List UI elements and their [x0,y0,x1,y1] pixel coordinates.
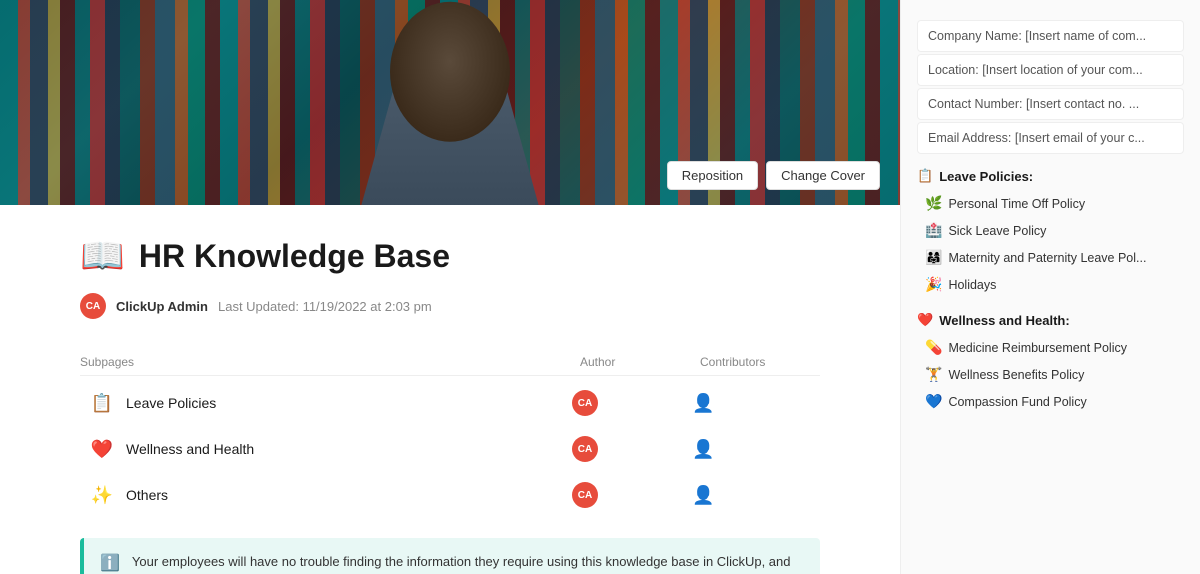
others-contributors: 👤 [692,485,812,506]
subpage-name-others: ✨ Others [88,485,572,506]
change-cover-button[interactable]: Change Cover [766,161,880,190]
company-name-field[interactable]: Company Name: [Insert name of com... [917,20,1184,52]
contributors-col-header: Contributors [700,355,820,369]
cover-buttons: Reposition Change Cover [667,161,880,190]
sidebar-item-maternity[interactable]: 👨‍👩‍👧 Maternity and Paternity Leave Pol.… [917,244,1184,271]
author-col-header: Author [580,355,700,369]
table-row[interactable]: ❤️ Wellness and Health CA 👤 [80,426,820,472]
reposition-button[interactable]: Reposition [667,161,758,190]
table-row[interactable]: ✨ Others CA 👤 [80,472,820,518]
sidebar: Company Name: [Insert name of com... Loc… [900,0,1200,574]
last-updated: Last Updated: 11/19/2022 at 2:03 pm [218,299,432,314]
sidebar-item-holidays[interactable]: 🎉 Holidays [917,271,1184,298]
wellness-author: CA [572,436,692,462]
leave-policies-section-header: 📋 Leave Policies: [917,168,1184,184]
person-icon-3: 👤 [692,485,714,506]
sick-leave-label: Sick Leave Policy [948,224,1046,238]
maternity-leave-label: Maternity and Paternity Leave Pol... [948,251,1146,265]
sidebar-item-personal-time-off[interactable]: 🌿 Personal Time Off Policy [917,190,1184,217]
sick-leave-icon: 🏥 [925,222,942,239]
others-author-avatar: CA [572,482,598,508]
others-icon: ✨ [88,485,116,506]
cover-image: Reposition Change Cover [0,0,900,205]
author-avatar: CA [80,293,106,319]
subpage-name-leave: 📋 Leave Policies [88,393,572,414]
email-field[interactable]: Email Address: [Insert email of your c..… [917,122,1184,154]
author-name: ClickUp Admin [116,299,208,314]
sidebar-item-sick-leave[interactable]: 🏥 Sick Leave Policy [917,217,1184,244]
person-icon-2: 👤 [692,439,714,460]
info-text: Your employees will have no trouble find… [132,552,804,574]
leave-policies-icon: 📋 [88,393,116,414]
contact-number-field[interactable]: Contact Number: [Insert contact no. ... [917,88,1184,120]
wellness-contributors: 👤 [692,439,812,460]
wellness-section-header: ❤️ Wellness and Health: [917,312,1184,328]
compassion-fund-label: Compassion Fund Policy [948,395,1086,409]
holidays-label: Holidays [948,278,996,292]
subpages-header: Subpages Author Contributors [80,349,820,376]
info-box: ℹ️ Your employees will have no trouble f… [80,538,820,574]
others-author: CA [572,482,692,508]
sidebar-item-wellness-benefits[interactable]: 🏋️ Wellness Benefits Policy [917,361,1184,388]
page-emoji: 📖 [80,235,125,277]
wellness-section-title: Wellness and Health: [939,313,1070,328]
table-row[interactable]: 📋 Leave Policies CA 👤 [80,380,820,426]
page-title: HR Knowledge Base [139,238,450,275]
page-title-row: 📖 HR Knowledge Base [80,235,820,277]
leave-policies-section-icon: 📋 [917,168,933,184]
wellness-benefits-label: Wellness Benefits Policy [948,368,1084,382]
sidebar-item-medicine[interactable]: 💊 Medicine Reimbursement Policy [917,334,1184,361]
wellness-author-avatar: CA [572,436,598,462]
wellness-icon: ❤️ [88,439,116,460]
medicine-icon: 💊 [925,339,942,356]
page-content: 📖 HR Knowledge Base CA ClickUp Admin Las… [0,205,900,574]
leave-policies-section-title: Leave Policies: [939,169,1033,184]
holidays-icon: 🎉 [925,276,942,293]
compassion-fund-icon: 💙 [925,393,942,410]
sidebar-item-compassion-fund[interactable]: 💙 Compassion Fund Policy [917,388,1184,415]
wellness-benefits-icon: 🏋️ [925,366,942,383]
personal-time-off-icon: 🌿 [925,195,942,212]
subpage-name-wellness: ❤️ Wellness and Health [88,439,572,460]
location-field[interactable]: Location: [Insert location of your com..… [917,54,1184,86]
info-icon: ℹ️ [100,553,120,573]
leave-author: CA [572,390,692,416]
leave-author-avatar: CA [572,390,598,416]
medicine-label: Medicine Reimbursement Policy [948,341,1127,355]
wellness-section-icon: ❤️ [917,312,933,328]
page-meta: CA ClickUp Admin Last Updated: 11/19/202… [80,293,820,319]
subpages-col-header: Subpages [80,355,580,369]
leave-contributors: 👤 [692,393,812,414]
maternity-leave-icon: 👨‍👩‍👧 [925,249,942,266]
personal-time-off-label: Personal Time Off Policy [948,197,1085,211]
person-icon: 👤 [692,393,714,414]
